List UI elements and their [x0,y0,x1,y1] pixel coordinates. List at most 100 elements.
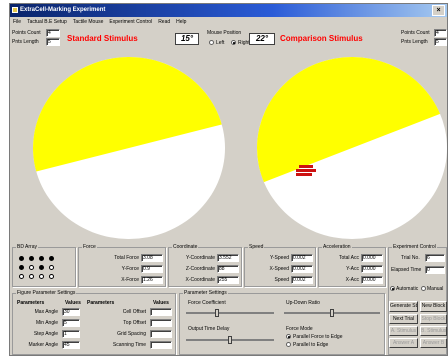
manual-radio[interactable] [421,286,426,291]
pin-dot [19,274,24,279]
pin-dot [29,265,34,270]
x-acc-value: 0.000 [361,276,383,284]
speed-group: Speed Y-Speed 0.002 X-Speed 0.002 Speed … [244,244,316,287]
standard-stimulus-disc [33,56,225,239]
left-points-length-field[interactable]: 5 [46,38,60,46]
answer-a-button[interactable]: Answer A [389,338,418,348]
mouse-position-label: Mouse Position [207,30,242,36]
parameter-settings-group: Parameter Settings Force Coefficient Up-… [179,290,385,355]
menu-file[interactable]: File [13,17,21,27]
pin-dot [29,274,34,279]
right-points-count-label: Points Count [401,30,430,36]
up-down-ratio-label: Up-Down Ratio [286,300,320,306]
window-title: ExtraCell-Marking Experiment [20,7,106,13]
speed-label: Speed [274,277,289,283]
right-points-count-field[interactable]: 4 [434,29,447,37]
scanning-time-label: Scanning Time [112,342,146,348]
x-acc-label: X-Acc [345,277,359,283]
force-mode-b-radio[interactable] [286,342,291,347]
z-coordinate-label: Z-Coordinate [185,266,215,272]
next-trial-button[interactable]: Next Trial [389,314,418,324]
step-angle-field[interactable]: 1 [62,330,80,338]
up-down-ratio-thumb[interactable] [330,309,334,317]
x-speed-label: X-Speed [269,266,289,272]
pin-dot [29,256,34,261]
max-angle-field[interactable]: 30 [62,308,80,316]
automatic-radio[interactable] [390,286,395,291]
title-bar: ExtraCell-Marking Experiment × [10,4,447,17]
generate-stim-button[interactable]: Generate Stim [389,301,418,312]
cell-offset-field[interactable] [150,308,172,316]
params-header-2: Parameters [87,300,115,306]
grid-spacing-label: Grid Spacing [117,331,146,337]
mouse-right-label: Right [238,40,250,46]
up-down-ratio-slider[interactable] [284,309,380,317]
x-coordinate-label: X-Coordinate [185,277,215,283]
menu-read[interactable]: Read [158,17,170,27]
stop-block-button[interactable]: Stop Block [420,314,447,324]
standard-angle-display: 15° [175,33,199,45]
pin-dot [39,265,44,270]
b-stimulus-button[interactable]: B. Stimulus [420,326,447,336]
left-points-length-label: Pnts Length [12,39,39,45]
figure-parameter-title: Figure Parameter Settings [16,290,77,296]
min-angle-field[interactable]: 5 [62,319,80,327]
y-force-value: 0.9 [141,265,163,273]
pin-dot [19,256,24,261]
scanning-time-field[interactable] [150,341,172,349]
bd-array-group: BD Array [12,244,76,287]
close-icon[interactable]: × [432,5,445,16]
bd-array-title: BD Array [16,244,39,250]
force-coefficient-slider[interactable] [186,309,274,317]
coordinate-title: Coordinate [172,244,199,250]
x-force-value: 1.26 [141,276,163,284]
marker-angle-field[interactable]: 45 [62,341,80,349]
experiment-control-title: Experiment Control [392,244,437,250]
y-acc-label: Y-Acc [346,266,359,272]
output-time-delay-slider[interactable] [186,336,274,344]
x-speed-value: 0.002 [291,265,313,273]
elapsed-time-label: Elapsed Time [391,267,422,273]
right-points-length-label: Pnts Length [401,39,428,45]
force-coefficient-thumb[interactable] [215,309,220,317]
output-time-delay-thumb[interactable] [228,336,232,344]
y-speed-label: Y-Speed [270,255,289,261]
menu-experiment-control[interactable]: Experiment Control [109,17,152,27]
menu-help[interactable]: Help [176,17,186,27]
x-coordinate-value: 255 [217,276,239,284]
a-stimulus-button[interactable]: A. Stimulus [389,326,418,336]
new-block-button[interactable]: New Block [420,301,447,312]
force-mode-label: Force Mode [286,326,313,332]
menu-setup[interactable]: Tactual B.E Setup [27,17,67,27]
coordinate-group: Coordinate Y-Coordinate 3.552 Z-Coordina… [168,244,242,287]
total-acc-label: Total Acc [338,255,359,261]
parameter-settings-title: Parameter Settings [183,290,228,296]
standard-stimulus-title: Standard Stimulus [67,34,138,43]
menu-tactile-mouse[interactable]: Tactile Mouse [73,17,104,27]
menu-bar: File Tactual B.E Setup Tactile Mouse Exp… [10,17,447,27]
automatic-label: Automatic [396,286,419,292]
force-mode-a-radio[interactable] [286,334,291,339]
left-points-count-field[interactable]: 4 [46,29,60,37]
top-offset-field[interactable] [150,319,172,327]
figure-parameter-group: Figure Parameter Settings Parameters Val… [12,290,176,355]
top-offset-label: Top Offset [123,320,146,326]
pin-dot [49,256,54,261]
force-title: Force [82,244,97,250]
speed-value: 0.002 [291,276,313,284]
trial-no-field: 6 [425,254,445,262]
mouse-right-radio[interactable] [231,40,236,45]
right-points-length-field[interactable]: 5 [434,38,447,46]
left-points-count-label: Points Count [12,30,41,36]
answer-b-button[interactable]: Answer B [420,338,447,348]
values-header-2: Values [153,300,169,306]
params-header-1: Parameters [17,300,45,306]
output-time-delay-label: Output Time Delay [188,326,230,332]
cell-offset-label: Cell Offset [122,309,146,315]
mouse-left-radio[interactable] [209,40,214,45]
grid-spacing-field[interactable] [150,330,172,338]
acceleration-group: Acceleration Total Acc 0.000 Y-Acc 0.000… [318,244,386,287]
max-angle-label: Max Angle [34,309,58,315]
force-mode-b-label: Parallel to Edge [293,342,329,348]
total-acc-value: 0.000 [361,254,383,262]
